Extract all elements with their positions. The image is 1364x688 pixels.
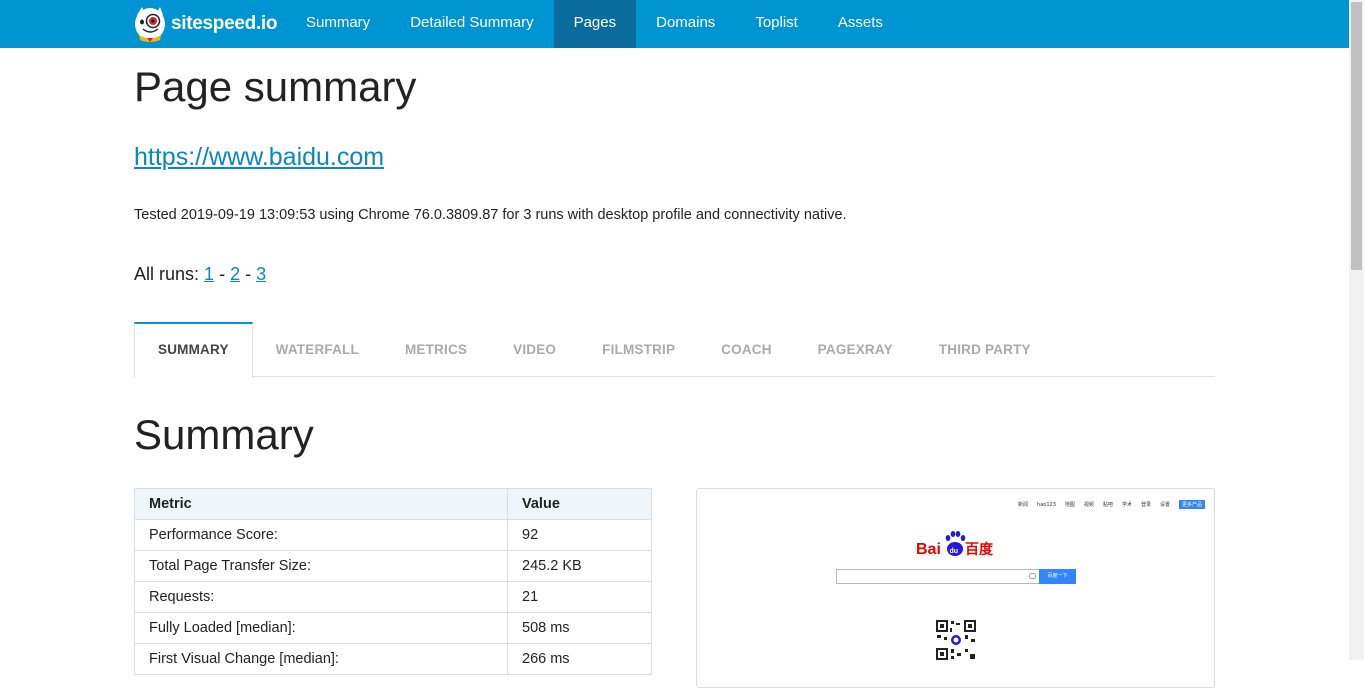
screenshot-nav-link: 设置 bbox=[1159, 502, 1170, 508]
baidu-logo: Bai du 百度 bbox=[916, 531, 994, 558]
top-navbar: sitespeed.io Summary Detailed Summary Pa… bbox=[0, 0, 1349, 48]
runs-separator: - bbox=[240, 264, 257, 284]
test-info: Tested 2019-09-19 13:09:53 using Chrome … bbox=[134, 207, 847, 223]
tab-third-party[interactable]: THIRD PARTY bbox=[916, 322, 1054, 377]
nav-item-assets[interactable]: Assets bbox=[818, 0, 903, 48]
screenshot-nav-link: 登录 bbox=[1140, 502, 1151, 508]
tab-coach[interactable]: COACH bbox=[698, 322, 795, 377]
metric-value: 245.2 KB bbox=[507, 550, 652, 582]
nav-item-pages[interactable]: Pages bbox=[553, 0, 637, 48]
metric-name: First Visual Change [median]: bbox=[134, 643, 508, 675]
qr-code-icon bbox=[935, 619, 977, 661]
scrollbar-thumb[interactable] bbox=[1351, 2, 1362, 270]
camera-icon bbox=[1029, 573, 1036, 579]
runs-separator: - bbox=[214, 264, 231, 284]
summary-heading: Summary bbox=[134, 411, 314, 458]
tab-waterfall[interactable]: WATERFALL bbox=[253, 322, 382, 377]
run-link-2[interactable]: 2 bbox=[230, 264, 240, 284]
nav-item-summary[interactable]: Summary bbox=[286, 0, 390, 48]
run-link-1[interactable]: 1 bbox=[204, 264, 214, 284]
page-url-link[interactable]: https://www.baidu.com bbox=[134, 143, 384, 172]
table-header-row: Metric Value bbox=[134, 488, 652, 520]
sitespeed-mascot-icon bbox=[135, 7, 165, 42]
metric-value: 266 ms bbox=[507, 643, 652, 675]
all-runs: All runs: 1 - 2 - 3 bbox=[134, 264, 266, 285]
metric-name: Fully Loaded [median]: bbox=[134, 612, 508, 644]
screenshot-nav: 新闻 hao123 地图 视频 贴吧 学术 登录 设置 更多产品 bbox=[1009, 500, 1205, 509]
metric-value: 21 bbox=[507, 581, 652, 613]
metric-name: Total Page Transfer Size: bbox=[134, 550, 508, 582]
tab-summary[interactable]: SUMMARY bbox=[134, 322, 253, 378]
tab-pagexray[interactable]: PAGEXRAY bbox=[795, 322, 916, 377]
nav-item-toplist[interactable]: Toplist bbox=[735, 0, 818, 48]
screenshot-nav-link: 新闻 bbox=[1018, 502, 1029, 508]
screenshot-nav-link: 视频 bbox=[1083, 502, 1094, 508]
column-header-value: Value bbox=[507, 488, 652, 520]
table-row: Performance Score: 92 bbox=[134, 519, 652, 551]
baidu-logo-bai: Bai bbox=[916, 541, 941, 558]
metric-value: 508 ms bbox=[507, 612, 652, 644]
runs-label: All runs: bbox=[134, 264, 200, 284]
screenshot-search-box: 百度一下 bbox=[836, 569, 1076, 584]
vertical-scrollbar[interactable] bbox=[1349, 0, 1364, 660]
table-row: First Visual Change [median]: 266 ms bbox=[134, 643, 652, 675]
column-header-metric: Metric bbox=[134, 488, 508, 520]
screenshot-nav-link: 地图 bbox=[1064, 502, 1075, 508]
tab-filmstrip[interactable]: FILMSTRIP bbox=[579, 322, 698, 377]
table-row: Requests: 21 bbox=[134, 581, 652, 613]
metric-name: Requests: bbox=[134, 581, 508, 613]
screenshot-more-button: 更多产品 bbox=[1178, 500, 1205, 509]
summary-table: Metric Value Performance Score: 92 Total… bbox=[134, 488, 652, 675]
nav-item-domains[interactable]: Domains bbox=[636, 0, 735, 48]
screenshot-nav-link: 学术 bbox=[1121, 502, 1132, 508]
metric-name: Performance Score: bbox=[134, 519, 508, 551]
screenshot-nav-link: 贴吧 bbox=[1102, 502, 1113, 508]
nav-item-detailed-summary[interactable]: Detailed Summary bbox=[390, 0, 553, 48]
brand-name: sitespeed.io bbox=[171, 13, 278, 34]
table-row: Total Page Transfer Size: 245.2 KB bbox=[134, 550, 652, 582]
baidu-paw-icon: du bbox=[945, 531, 966, 556]
page-tabs: SUMMARY WATERFALL METRICS VIDEO FILMSTRI… bbox=[134, 322, 1215, 378]
page-screenshot[interactable]: 新闻 hao123 地图 视频 贴吧 学术 登录 设置 更多产品 Bai du … bbox=[696, 488, 1215, 688]
screenshot-search-input bbox=[836, 569, 1039, 584]
run-link-3[interactable]: 3 bbox=[256, 264, 266, 284]
screenshot-search-button: 百度一下 bbox=[1039, 569, 1076, 584]
main-nav: Summary Detailed Summary Pages Domains T… bbox=[286, 0, 903, 48]
brand-logo[interactable]: sitespeed.io bbox=[133, 5, 278, 43]
page-title: Page summary bbox=[134, 63, 417, 110]
tab-video[interactable]: VIDEO bbox=[490, 322, 579, 377]
baidu-logo-chinese: 百度 bbox=[965, 541, 994, 558]
baidu-logo-du: du bbox=[950, 548, 959, 555]
tab-metrics[interactable]: METRICS bbox=[382, 322, 490, 377]
metric-value: 92 bbox=[507, 519, 652, 551]
screenshot-nav-link: hao123 bbox=[1037, 501, 1056, 508]
table-row: Fully Loaded [median]: 508 ms bbox=[134, 612, 652, 644]
